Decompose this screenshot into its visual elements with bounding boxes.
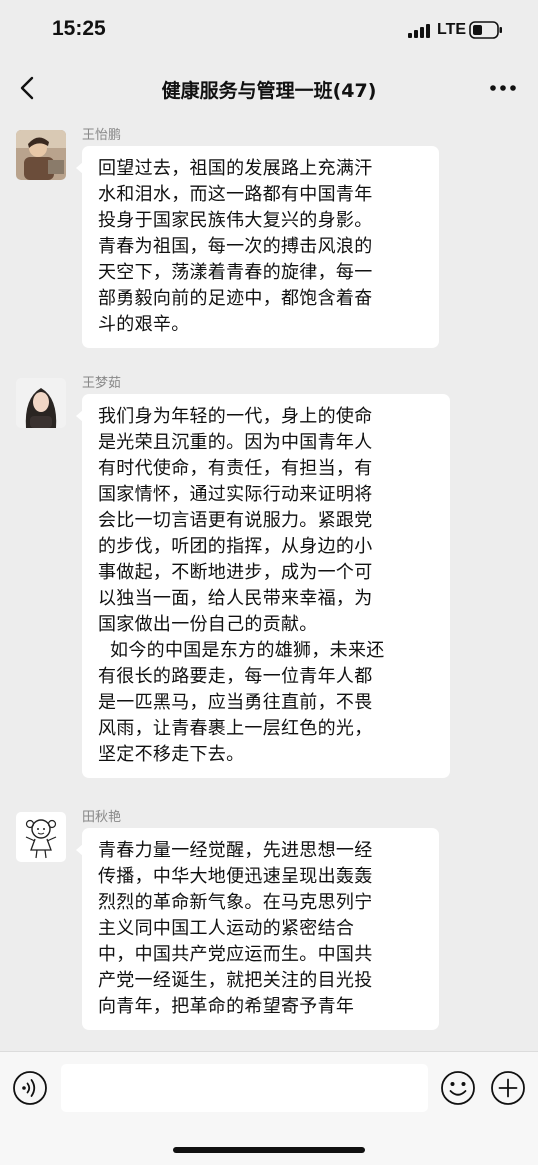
- network-label: LTE: [437, 21, 467, 38]
- plus-icon[interactable]: [490, 1070, 526, 1106]
- home-indicator[interactable]: [173, 1147, 365, 1153]
- voice-icon[interactable]: [12, 1070, 48, 1106]
- photo-avatar-icon[interactable]: [16, 130, 66, 180]
- cartoon-girl-avatar-icon[interactable]: [16, 812, 66, 862]
- status-time: 15:25: [52, 17, 106, 40]
- message-bubble[interactable]: 青春力量一经觉醒，先进思想一经 传播，中华大地便迅速呈现出轰轰 烈烈的革命新气象…: [76, 828, 439, 1030]
- status-bar: 15:25 LTE: [0, 0, 538, 60]
- sender-name: 王梦茹: [82, 376, 122, 391]
- sender-name: 王怡鹏: [82, 128, 122, 143]
- message-list[interactable]: 王怡鹏 回望过去，祖国的发展路上充满汗 水和泪水，而这一路都有中国青年 投身于国…: [0, 116, 538, 1051]
- message-bubble[interactable]: 我们身为年轻的一代，身上的使命 是光荣且沉重的。因为中国青年人 有时代使命，有责…: [76, 394, 450, 778]
- emoji-icon[interactable]: [440, 1070, 476, 1106]
- message-input[interactable]: [61, 1064, 428, 1112]
- message-bubble[interactable]: 回望过去，祖国的发展路上充满汗 水和泪水，而这一路都有中国青年 投身于国家民族伟…: [76, 146, 439, 348]
- more-options-icon[interactable]: [487, 78, 519, 98]
- nav-bar: 健康服务与管理一班(47): [0, 60, 538, 116]
- portrait-avatar-icon[interactable]: [16, 378, 66, 428]
- chat-title: 健康服务与管理一班(47): [161, 80, 377, 102]
- sender-name: 田秋艳: [82, 810, 122, 825]
- signal-icon: [408, 24, 430, 38]
- battery-icon: [469, 21, 502, 39]
